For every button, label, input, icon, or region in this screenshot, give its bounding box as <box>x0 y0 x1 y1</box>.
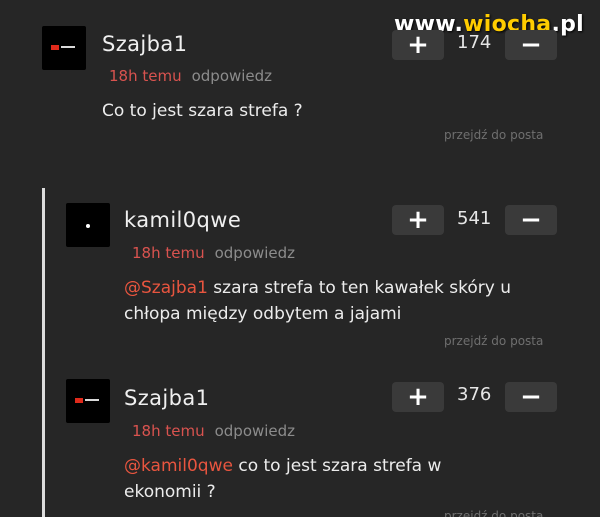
goto-post-link[interactable]: przejdź do posta <box>444 509 543 517</box>
avatar[interactable] <box>66 379 110 423</box>
comments-page: www.wiocha.pl Szajba1 18h temu odpowiedz … <box>0 0 600 517</box>
comment-time: 18h temu <box>132 422 205 440</box>
comment-username[interactable]: Szajba1 <box>124 386 209 410</box>
comment-reply: Szajba1 18h temu odpowiedz @kamil0qwe co … <box>0 0 600 517</box>
user-logo-icon <box>75 398 101 403</box>
comment-body-line2: ekonomii ? <box>124 482 216 502</box>
downvote-button[interactable]: − <box>505 382 557 412</box>
comment-body: co to jest szara strefa w <box>238 456 442 476</box>
mention-link[interactable]: @kamil0qwe <box>124 456 233 476</box>
vote-count: 376 <box>457 384 492 405</box>
comment-text: @kamil0qwe co to jest szara strefa w eko… <box>124 453 441 505</box>
upvote-button[interactable]: + <box>392 382 444 412</box>
comment-meta: 18h temu odpowiedz <box>132 422 295 440</box>
reply-link[interactable]: odpowiedz <box>215 422 295 440</box>
